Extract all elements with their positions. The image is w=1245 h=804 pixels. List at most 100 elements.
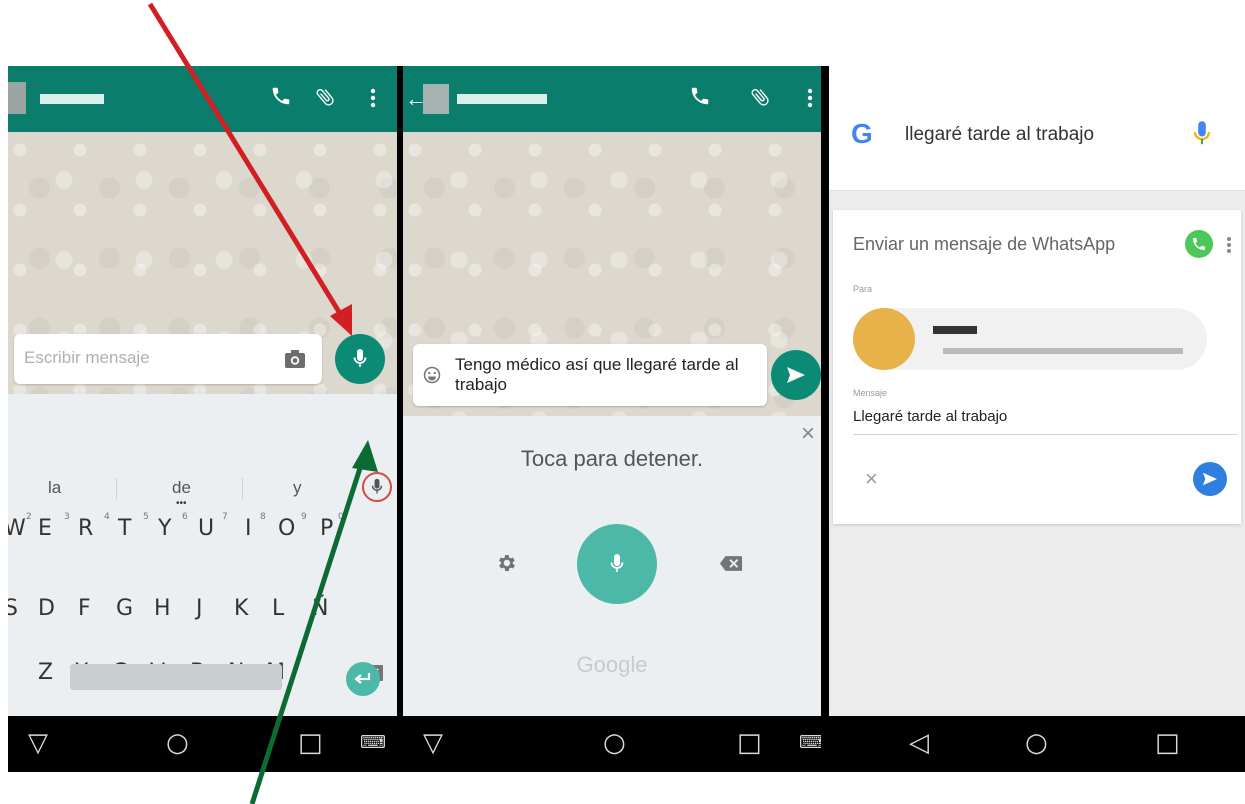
key-s[interactable]: S (8, 596, 18, 621)
message-input-box[interactable]: Escribir mensaje (14, 334, 322, 384)
key-num: 5 (143, 512, 149, 522)
key-enye[interactable]: Ñ (312, 596, 328, 621)
contact-name-redacted[interactable] (457, 94, 547, 104)
mic-icon (353, 349, 367, 367)
key-d[interactable]: D (38, 596, 55, 621)
android-nav-bar: ◁ ○ □ (829, 716, 1245, 772)
key-f[interactable]: F (78, 596, 91, 621)
voice-mic-button[interactable] (577, 524, 657, 604)
close-icon[interactable]: × (801, 420, 815, 448)
key-w[interactable]: W (8, 516, 26, 541)
message-value[interactable]: Llegaré tarde al trabajo (853, 408, 1007, 425)
key-num: 0 (338, 512, 344, 522)
key-k[interactable]: K (234, 596, 248, 621)
message-input-box[interactable]: Tengo médico así que llegaré tarde al tr… (413, 344, 767, 406)
back-icon[interactable]: ▽ (423, 728, 443, 758)
recipient-number-redacted (943, 348, 1183, 354)
emoji-icon[interactable] (423, 366, 441, 389)
attach-icon[interactable] (749, 85, 771, 114)
panel-divider (821, 66, 829, 772)
panel-voice-listening: ← Tengo médico así que llegaré tarde al … (403, 66, 821, 772)
enter-icon (354, 673, 371, 684)
key-e[interactable]: E (38, 516, 52, 541)
panel-keyboard-dictation: Escribir mensaje la de ••• y W 2 E 3 R 4… (8, 66, 398, 772)
google-wordmark: Google (576, 652, 648, 677)
more-vert-icon[interactable] (370, 88, 376, 113)
key-j[interactable]: J (196, 596, 203, 621)
home-icon[interactable]: ○ (603, 728, 626, 758)
key-g[interactable]: G (116, 596, 133, 621)
key-num: 2 (26, 512, 32, 522)
android-nav-bar: ▽ ○ □ ⌨ (403, 716, 821, 772)
chat-header: ← (403, 66, 821, 132)
key-l[interactable]: L (272, 596, 284, 621)
key-y[interactable]: Y (158, 516, 171, 541)
more-vert-icon[interactable] (807, 88, 813, 113)
mic-icon (610, 554, 624, 572)
keyboard-icon[interactable]: ⌨ (360, 732, 386, 753)
recents-icon[interactable]: □ (1155, 728, 1180, 758)
suggestion-2[interactable]: de (172, 478, 191, 498)
mic-record-button[interactable] (335, 334, 385, 384)
phone-icon[interactable] (270, 84, 292, 113)
back-icon[interactable]: ◁ (909, 728, 929, 758)
key-t[interactable]: T (118, 516, 131, 541)
key-p[interactable]: P (320, 516, 333, 541)
chat-header (8, 66, 398, 132)
contact-avatar[interactable] (8, 82, 26, 114)
more-vert-icon[interactable] (1226, 236, 1232, 259)
send-button[interactable] (1193, 462, 1227, 496)
key-num: 7 (222, 512, 228, 522)
suggestion-3[interactable]: y (293, 478, 302, 498)
recipient-avatar (853, 308, 915, 370)
key-h[interactable]: H (154, 596, 171, 621)
phone-icon[interactable] (689, 84, 711, 113)
search-query: llegaré tarde al trabajo (905, 124, 1095, 145)
whatsapp-message-card: Enviar un mensaje de WhatsApp Para Mensa… (833, 210, 1241, 524)
camera-icon[interactable] (284, 349, 306, 374)
send-button[interactable] (771, 350, 821, 400)
message-label: Mensaje (853, 388, 888, 398)
key-r[interactable]: R (78, 516, 93, 541)
suggestion-1[interactable]: la (48, 478, 61, 498)
key-z[interactable]: Z (38, 660, 53, 685)
enter-button[interactable] (346, 662, 380, 696)
key-i[interactable]: I (245, 516, 252, 541)
suggestion-divider (242, 478, 243, 500)
card-title: Enviar un mensaje de WhatsApp (853, 234, 1116, 254)
send-icon (1203, 472, 1217, 486)
space-bar[interactable] (70, 664, 282, 690)
recents-icon[interactable]: □ (298, 728, 323, 758)
to-label: Para (853, 284, 873, 294)
keyboard-icon[interactable]: ⌨ (799, 732, 821, 753)
key-num: 9 (301, 512, 307, 522)
attach-icon[interactable] (314, 85, 336, 115)
cancel-icon[interactable]: × (865, 466, 878, 492)
recipient-chip[interactable] (853, 308, 1207, 370)
key-u[interactable]: U (198, 516, 214, 541)
field-underline (853, 434, 1237, 435)
suggestion-divider (116, 478, 117, 500)
whatsapp-icon[interactable] (1185, 230, 1213, 258)
contact-avatar[interactable] (423, 84, 449, 114)
recents-icon[interactable]: □ (737, 728, 762, 758)
mic-icon[interactable] (1193, 120, 1211, 153)
key-num: 3 (64, 512, 70, 522)
home-icon[interactable]: ○ (166, 728, 189, 758)
home-icon[interactable]: ○ (1025, 728, 1048, 758)
contact-name-redacted[interactable] (40, 94, 104, 104)
keyboard-voice-input-button[interactable] (362, 472, 392, 502)
backspace-icon[interactable] (719, 555, 743, 577)
gear-icon[interactable] (495, 552, 517, 579)
suggestion-more-dots: ••• (176, 498, 187, 509)
key-o[interactable]: O (278, 516, 295, 541)
key-num: 6 (182, 512, 188, 522)
message-input-text: Tengo médico así que llegaré tarde al tr… (455, 355, 739, 394)
key-num: 8 (260, 512, 266, 522)
message-input-placeholder: Escribir mensaje (24, 348, 150, 367)
panel-google-assistant: G llegaré tarde al trabajo Enviar un men… (829, 66, 1245, 772)
back-icon[interactable]: ▽ (28, 728, 48, 758)
listening-status: Toca para detener. (520, 446, 704, 471)
key-num: 4 (104, 512, 110, 522)
search-card[interactable]: G llegaré tarde al trabajo (829, 66, 1245, 191)
